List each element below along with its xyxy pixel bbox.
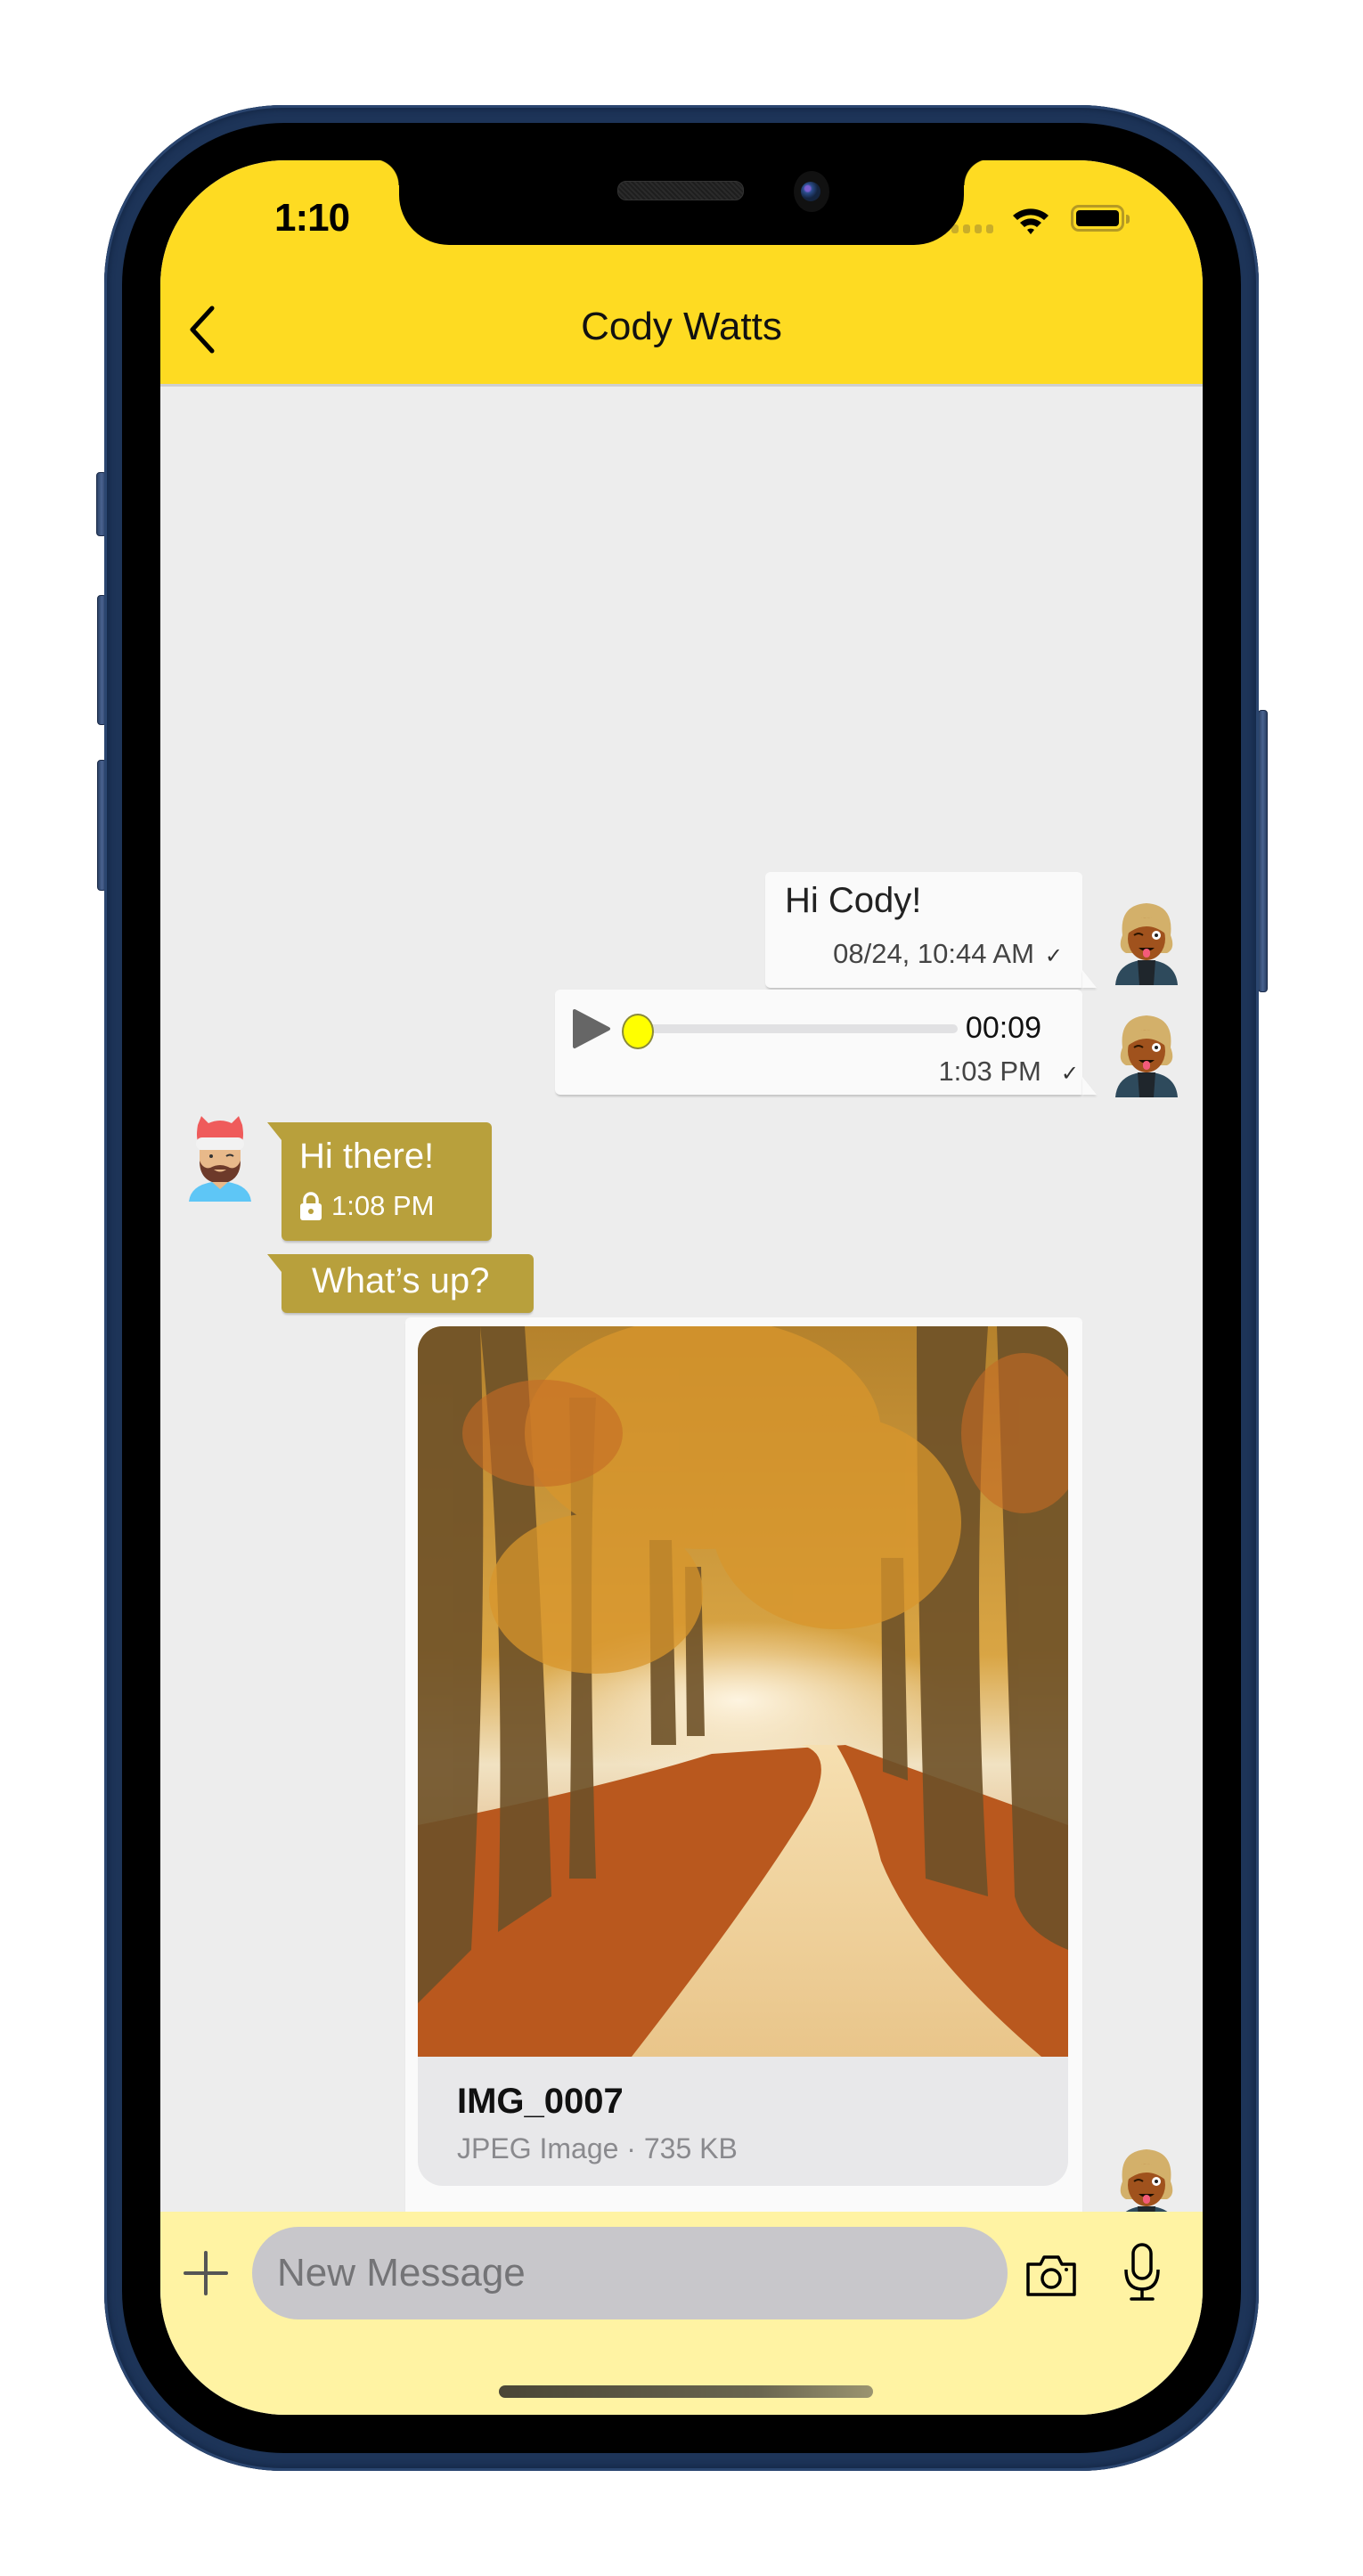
cellular-signal-icon bbox=[951, 224, 993, 233]
message-meta: 08/24, 10:44 AM ✓ bbox=[833, 938, 1063, 970]
audio-scrubber-knob[interactable] bbox=[622, 1014, 654, 1049]
message-composer bbox=[160, 2212, 1203, 2415]
message-bubble-incoming[interactable]: Hi there! 1:08 PM bbox=[267, 1122, 492, 1241]
attachment-caption[interactable]: IMG_0007 JPEG Image · 735 KB bbox=[418, 2057, 1068, 2186]
message-text: Hi there! bbox=[299, 1137, 435, 1176]
camera-button[interactable] bbox=[1024, 2252, 1078, 2298]
attachment-file-name: IMG_0007 bbox=[457, 2082, 624, 2121]
message-meta: 1:08 PM bbox=[299, 1190, 434, 1222]
power-button[interactable] bbox=[1258, 710, 1268, 992]
screen: 1:10 Cody Watts Hi Cody! 08/24, 10:44 AM… bbox=[160, 160, 1203, 2415]
avatar-cody[interactable] bbox=[1114, 900, 1179, 985]
message-input[interactable] bbox=[252, 2227, 1008, 2319]
message-meta: 1:03 PM ✓ bbox=[938, 1056, 1079, 1088]
message-timestamp: 08/24, 10:44 AM bbox=[833, 938, 1034, 969]
image-message-bubble[interactable]: IMG_0007 JPEG Image · 735 KB 1:09 PM✓ bbox=[405, 1317, 1082, 2260]
sent-check-icon: ✓ bbox=[1060, 1062, 1079, 1086]
avatar-cody[interactable] bbox=[1114, 1012, 1179, 1097]
audio-duration: 00:09 bbox=[965, 1011, 1041, 1045]
audio-progress-track[interactable] bbox=[626, 1024, 958, 1033]
notch bbox=[372, 160, 991, 245]
avatar-contact[interactable] bbox=[187, 1116, 253, 1202]
message-text: What’s up? bbox=[312, 1261, 490, 1300]
battery-icon bbox=[1071, 205, 1130, 232]
message-text: Hi Cody! bbox=[785, 881, 922, 920]
add-attachment-button[interactable] bbox=[182, 2249, 230, 2297]
message-bubble-incoming[interactable]: What’s up? bbox=[267, 1254, 534, 1313]
status-time: 1:10 bbox=[274, 196, 350, 240]
image-attachment-thumbnail[interactable] bbox=[418, 1326, 1068, 2057]
message-list[interactable]: Hi Cody! 08/24, 10:44 AM ✓ 00:09 1:03 PM… bbox=[160, 387, 1203, 2378]
earpiece-speaker bbox=[617, 181, 744, 200]
microphone-button[interactable] bbox=[1122, 2243, 1162, 2302]
audio-message-bubble[interactable]: 00:09 1:03 PM ✓ bbox=[555, 990, 1082, 1095]
attachment-file-meta: JPEG Image · 735 KB bbox=[457, 2132, 738, 2164]
lock-icon bbox=[300, 1192, 322, 1220]
home-indicator[interactable] bbox=[499, 2385, 873, 2398]
message-timestamp: 1:08 PM bbox=[331, 1190, 435, 1221]
play-button[interactable] bbox=[571, 1007, 612, 1050]
message-bubble-outgoing[interactable]: Hi Cody! 08/24, 10:44 AM ✓ bbox=[765, 872, 1082, 988]
conversation-title: Cody Watts bbox=[581, 305, 782, 348]
wifi-icon bbox=[1013, 208, 1049, 234]
front-camera bbox=[794, 171, 829, 212]
sent-check-icon: ✓ bbox=[1044, 944, 1063, 968]
message-timestamp: 1:03 PM bbox=[938, 1056, 1041, 1087]
